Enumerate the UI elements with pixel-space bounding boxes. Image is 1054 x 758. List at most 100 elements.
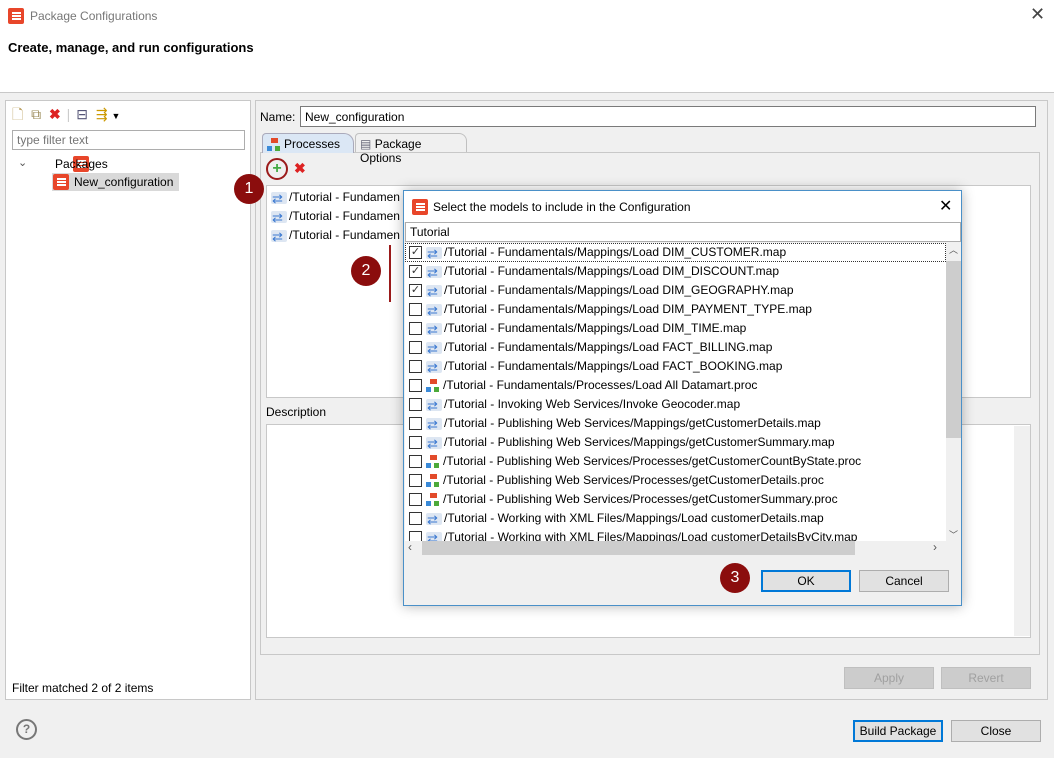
model-item[interactable]: /Tutorial - Publishing Web Services/Mapp… [405, 433, 946, 453]
callout-1: 1 [234, 174, 264, 204]
model-label: /Tutorial - Fundamentals/Mappings/Load D… [444, 264, 780, 278]
cancel-button[interactable]: Cancel [859, 570, 949, 592]
model-checkbox[interactable] [409, 341, 422, 355]
model-item[interactable]: /Tutorial - Fundamentals/Mappings/Load F… [405, 357, 946, 377]
dialog-titlebar: Select the models to include in the Conf… [404, 191, 961, 222]
mapping-icon [426, 396, 442, 415]
model-item[interactable]: /Tutorial - Invoking Web Services/Invoke… [405, 395, 946, 415]
model-checkbox[interactable] [409, 417, 422, 431]
model-item[interactable]: /Tutorial - Fundamentals/Processes/Load … [405, 376, 946, 395]
tree-expand-chevron-icon[interactable]: ⌄ [18, 156, 27, 169]
add-process-button[interactable]: + [266, 158, 288, 180]
tab-processes[interactable]: Processes [262, 133, 354, 153]
model-checkbox[interactable] [409, 360, 422, 374]
model-label: /Tutorial - Fundamentals/Mappings/Load D… [444, 245, 787, 259]
model-item[interactable]: /Tutorial - Fundamentals/Mappings/Load D… [405, 319, 946, 339]
collapse-all-icon[interactable]: ⊟ [76, 106, 88, 122]
model-label: /Tutorial - Fundamentals/Mappings/Load F… [444, 359, 783, 373]
model-checkbox[interactable]: ✓ [409, 265, 422, 279]
process-icon [426, 492, 440, 507]
model-label: /Tutorial - Publishing Web Services/Mapp… [444, 416, 821, 430]
model-checkbox[interactable]: ✓ [409, 284, 422, 298]
model-label: /Tutorial - Fundamentals/Mappings/Load F… [444, 340, 773, 354]
callout-2-line [389, 245, 391, 302]
tree-item-new-configuration[interactable]: New_configuration [52, 173, 179, 191]
mapping-icon [426, 434, 442, 453]
select-models-dialog: Select the models to include in the Conf… [403, 190, 962, 606]
model-checkbox[interactable] [409, 455, 422, 469]
model-checkbox[interactable] [409, 398, 422, 412]
dialog-close-icon[interactable]: ✕ [939, 196, 952, 216]
mapping-icon [426, 358, 442, 377]
mapping-icon [426, 339, 442, 358]
mapping-icon [426, 415, 442, 434]
model-item[interactable]: /Tutorial - Publishing Web Services/Mapp… [405, 414, 946, 434]
model-item[interactable]: ✓ /Tutorial - Fundamentals/Mappings/Load … [405, 262, 946, 282]
description-scrollbar[interactable] [1014, 426, 1030, 636]
model-checkbox[interactable]: ✓ [409, 246, 422, 260]
process-icon [426, 454, 440, 469]
model-label: /Tutorial - Publishing Web Services/Proc… [443, 473, 824, 487]
name-input[interactable] [300, 106, 1036, 127]
left-toolbar: 🗋 ⧉ ✖ | ⊟ ⇶ ▼ [12, 106, 121, 122]
ok-button[interactable]: OK [761, 570, 851, 592]
model-checkbox[interactable] [409, 474, 422, 488]
model-item[interactable]: /Tutorial - Fundamentals/Mappings/Load D… [405, 300, 946, 320]
model-checkbox[interactable] [409, 493, 422, 507]
build-package-button[interactable]: Build Package [853, 720, 943, 742]
close-button[interactable]: Close [951, 720, 1041, 742]
header-title: Create, manage, and run configurations [8, 40, 254, 55]
model-item[interactable]: /Tutorial - Fundamentals/Mappings/Load F… [405, 338, 946, 358]
mapping-icon [271, 208, 287, 227]
vertical-scrollbar[interactable]: ︿ ﹀ [946, 243, 961, 541]
mapping-icon [426, 510, 442, 529]
revert-button[interactable]: Revert [941, 667, 1031, 689]
filter-icon[interactable]: ⇶ [96, 106, 108, 122]
dialog-logo-icon [412, 199, 428, 215]
help-icon[interactable]: ? [16, 719, 37, 740]
model-item[interactable]: /Tutorial - Working with XML Files/Mappi… [405, 509, 946, 529]
close-window-icon[interactable]: ✕ [1030, 4, 1045, 25]
vertical-scroll-thumb[interactable] [946, 261, 961, 438]
dialog-filter-input[interactable] [405, 222, 961, 242]
model-item[interactable]: /Tutorial - Publishing Web Services/Proc… [405, 452, 946, 471]
horizontal-scroll-thumb[interactable] [422, 541, 855, 555]
model-checkbox[interactable] [409, 303, 422, 317]
mapping-icon [426, 529, 442, 541]
model-checkbox[interactable] [409, 512, 422, 526]
remove-process-icon[interactable]: ✖ [294, 160, 306, 177]
filter-input[interactable] [12, 130, 245, 150]
model-label: /Tutorial - Invoking Web Services/Invoke… [444, 397, 741, 411]
tab-package-options[interactable]: ▤ Package Options [355, 133, 467, 165]
window-title: Package Configurations [30, 9, 158, 23]
duplicate-icon[interactable]: ⧉ [31, 106, 41, 122]
model-item[interactable]: ✓ /Tutorial - Fundamentals/Mappings/Load … [405, 243, 946, 263]
model-item[interactable]: /Tutorial - Publishing Web Services/Proc… [405, 471, 946, 490]
model-label: /Tutorial - Working with XML Files/Mappi… [444, 530, 858, 541]
mapping-icon [426, 320, 442, 339]
model-checkbox[interactable] [409, 322, 422, 336]
process-icon [426, 473, 440, 488]
tree-item-packages[interactable]: Packages [55, 157, 108, 171]
model-label: /Tutorial - Publishing Web Services/Proc… [443, 492, 838, 506]
processes-icon [267, 137, 281, 152]
process-icon [426, 378, 440, 393]
table-icon: ▤ [360, 137, 372, 151]
model-checkbox[interactable] [409, 436, 422, 450]
model-label: /Tutorial - Fundamentals/Mappings/Load D… [444, 302, 812, 316]
mapping-icon [426, 244, 442, 263]
model-label: /Tutorial - Publishing Web Services/Proc… [443, 454, 862, 468]
new-config-icon[interactable]: 🗋 [12, 106, 23, 122]
model-checkbox[interactable] [409, 379, 422, 393]
delete-icon[interactable]: ✖ [49, 106, 61, 122]
horizontal-scrollbar[interactable]: ‹ › [405, 540, 946, 555]
mapping-icon [271, 227, 287, 246]
configuration-icon [53, 174, 69, 190]
model-label: /Tutorial - Fundamentals/Mappings/Load D… [444, 321, 747, 335]
model-label: /Tutorial - Fundamentals/Mappings/Load D… [444, 283, 794, 297]
view-menu-chevron-down-icon[interactable]: ▼ [111, 111, 120, 121]
model-item[interactable]: /Tutorial - Publishing Web Services/Proc… [405, 490, 946, 509]
apply-button[interactable]: Apply [844, 667, 934, 689]
model-item[interactable]: ✓ /Tutorial - Fundamentals/Mappings/Load … [405, 281, 946, 301]
model-item[interactable]: /Tutorial - Working with XML Files/Mappi… [405, 528, 946, 541]
